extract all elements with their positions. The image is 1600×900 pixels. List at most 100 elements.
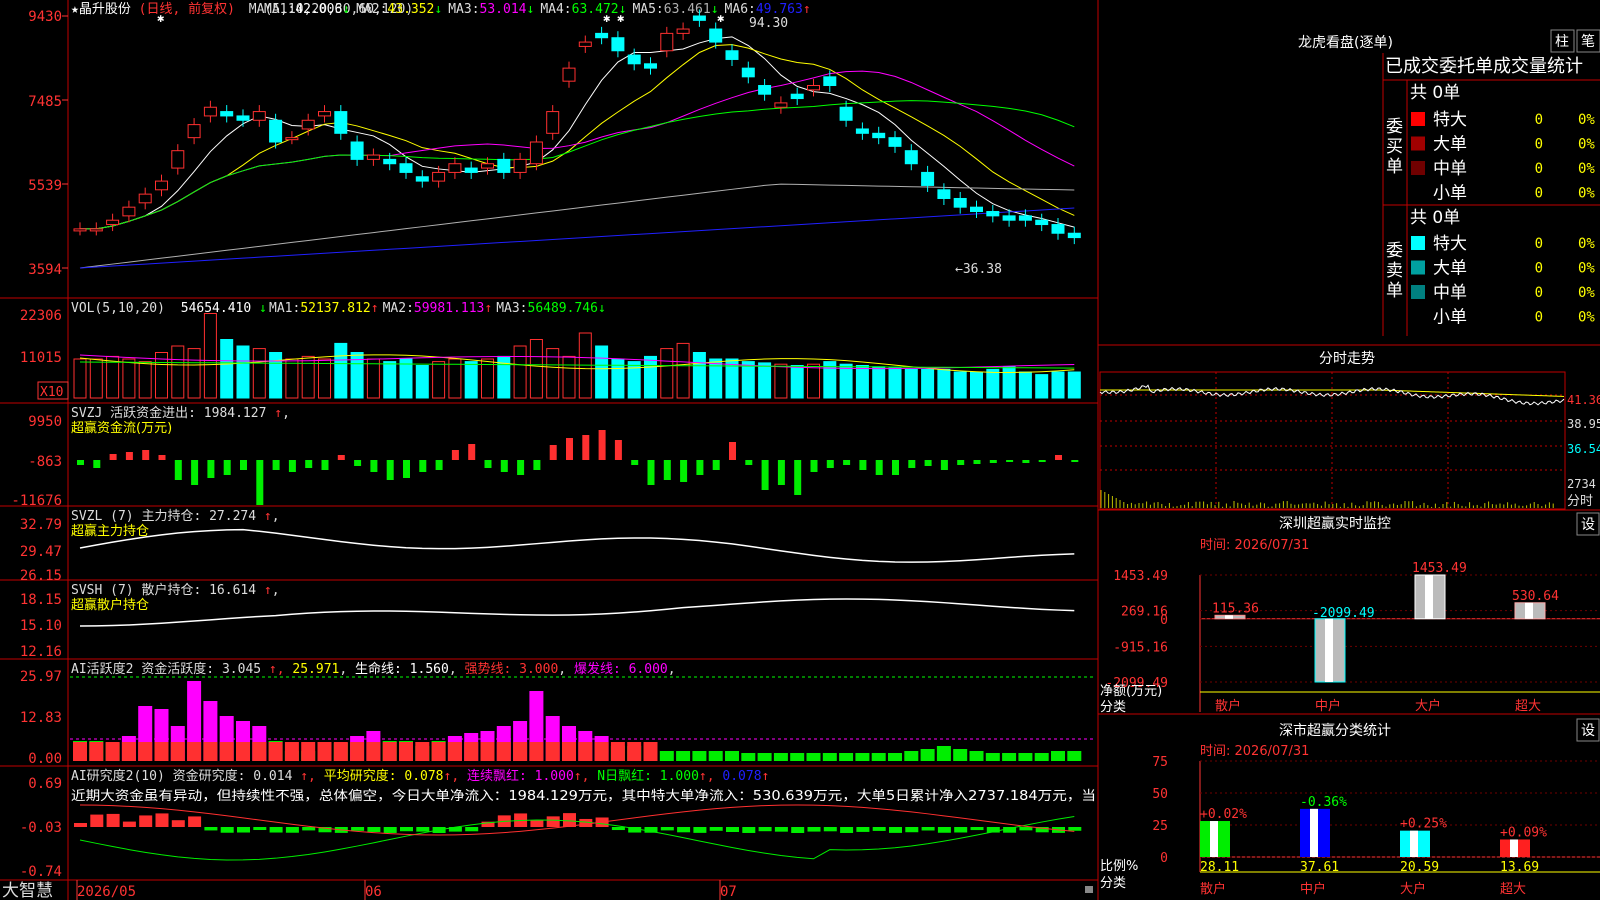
volume-bar (661, 349, 673, 398)
sz-monitor-time: 时间: 2026/07/31 (1200, 538, 1309, 553)
flow-bar (354, 460, 361, 466)
intraday-panel[interactable]: 分时走势 41.36 38.95 36.54 2734 分时 (1100, 351, 1600, 509)
volume-bar (987, 369, 999, 398)
svsh-panel[interactable]: SVSH (7) 散户持仓: 16.614 ↑, 超赢散户持仓 18.15 15… (20, 582, 1074, 660)
activity-base (611, 742, 625, 761)
candle-body (840, 107, 852, 120)
flow-bar (925, 460, 932, 466)
activity-base (595, 742, 609, 761)
svg-text:✱: ✱ (603, 11, 610, 25)
flow-bar (256, 460, 263, 505)
research-bar (465, 827, 478, 831)
price-panel[interactable]: 9430 7485 5539 3594 ★晶升股份 (日线, 前复权) MA(5… (28, 1, 1080, 278)
order-pct: 0% (1578, 186, 1595, 202)
candle-body (204, 107, 216, 116)
cls-y-label: 0 (1160, 851, 1168, 866)
dragon-panel[interactable]: 龙虎看盘(逐单) 柱 笔 已成交委托单成交量统计 委买单 委卖单 共 0单 共 … (1298, 30, 1600, 328)
flow-bar (240, 460, 247, 470)
flow-bar (631, 460, 638, 465)
intraday-vol: 2734 (1567, 477, 1596, 491)
ma-line (80, 71, 1074, 229)
research-bar (775, 827, 788, 832)
flow-bar (566, 438, 573, 460)
research-bar (954, 827, 967, 832)
order-type-label: 大单 (1433, 135, 1467, 155)
research-bar (661, 827, 674, 830)
svg-text:VOL(5,10,20) 54654.410: VOL(5,10,20) 54654.410 ↓ (71, 301, 267, 316)
cls-value-label: 37.61 (1300, 860, 1339, 875)
order-count: 0 (1535, 285, 1543, 301)
activity-bar (953, 749, 967, 761)
ma-line (80, 184, 1074, 268)
activity-base (252, 742, 266, 761)
activity-base (546, 742, 560, 761)
candle-body (449, 164, 461, 173)
panel-borders (0, 0, 1600, 900)
intraday-price: 41.36 (1567, 393, 1600, 407)
sz-class-settings-button[interactable]: 设 (1577, 719, 1599, 741)
activity-bar (709, 751, 723, 761)
svsh-y-axis: 18.15 15.10 12.16 (20, 592, 62, 660)
ai-title: AI活跃度2 资金活跃度: 3.045 (71, 661, 261, 677)
flow-bar (110, 454, 117, 460)
activity-base (448, 742, 462, 761)
svzj-panel[interactable]: SVZJ 活跃资金进出: 1984.127 ↑, 超赢资金流(万元) 9950 … (11, 405, 1078, 509)
pen-view-button[interactable]: 笔 (1577, 30, 1600, 52)
cls-bar-highlight (1310, 809, 1318, 857)
volume-bar (302, 356, 314, 398)
volume-bar (221, 340, 233, 399)
flow-bar (599, 430, 606, 460)
flow-bar (533, 460, 540, 470)
volume-bar (791, 366, 803, 399)
activity-bar (823, 753, 837, 761)
volume-bar (873, 367, 885, 398)
ai-y-label: 25.97 (20, 669, 62, 685)
buy-total: 共 0单 (1410, 83, 1460, 103)
retail-holding-line (80, 599, 1074, 626)
research-bar (710, 827, 723, 831)
svg-text:✱: ✱ (617, 11, 624, 25)
volume-bar (1003, 367, 1015, 398)
svg-text:单: 单 (1386, 281, 1403, 301)
vol-ma-label: MA3: (496, 301, 527, 316)
research-bar (889, 827, 902, 833)
sz-category-label: 散户 (1215, 698, 1241, 714)
candle-body (1003, 216, 1015, 220)
candle-body (775, 103, 787, 107)
activity-bar (839, 753, 853, 761)
volume-panel[interactable]: VOL(5,10,20) 54654.410 ↓ MA1:52137.812↑ M… (20, 301, 1080, 400)
activity-base (529, 742, 543, 761)
flow-bar (207, 460, 214, 478)
svzl-panel[interactable]: SVZL (7) 主力持仓: 27.274 ↑, 超赢主力持仓 32.79 29… (20, 509, 1074, 584)
flow-bar (273, 460, 280, 470)
bar-view-button[interactable]: 柱 (1551, 30, 1574, 52)
vol-header: VOL(5,10,20) 54654.410 ↓ MA1:52137.812↑ M… (71, 301, 606, 316)
research-bar (221, 827, 234, 833)
research-panel[interactable]: AI研究度2(10) 资金研究度: 0.014 ↑, 平均研究度: 0.078↑… (20, 768, 1096, 880)
sz-monitor-panel[interactable]: 深圳超赢实时监控 设 时间: 2026/07/31 1453.49269.160… (1100, 513, 1600, 715)
ma-value: 53.014 (480, 2, 527, 17)
flow-bar (289, 460, 296, 472)
cls-xlabel: 分类 (1100, 876, 1126, 891)
vol-y-axis: 22306 11015 (20, 308, 62, 366)
price-y-label: 7485 (28, 94, 62, 110)
research-bar (922, 827, 935, 830)
candle-body (286, 138, 298, 140)
candle-body (74, 229, 86, 231)
ai-activity-panel[interactable]: AI活跃度2 资金活跃度: 3.045 ↑, 25.971, 生命线: 1.56… (20, 661, 1096, 767)
volume-bar (889, 368, 901, 398)
flow-bar (827, 460, 834, 468)
sz-monitor-settings-button[interactable]: 设 (1577, 513, 1599, 535)
ma-arrow: ↑ (803, 2, 811, 17)
sz-class-panel[interactable]: 深市超赢分类统计 设 时间: 2026/07/31 75 50 25 0 +0.02% 2… (1100, 719, 1600, 897)
svg-text:卖: 卖 (1386, 261, 1403, 281)
date-label: 2026/05 (77, 884, 136, 900)
activity-bar (888, 753, 902, 761)
flow-bar (322, 460, 329, 470)
activity-base (383, 742, 397, 761)
flow-bar (550, 445, 557, 460)
price-y-label: 9430 (28, 9, 62, 25)
cls-category-label: 超大 (1500, 882, 1526, 897)
svzl-title: SVZL (7) 主力持仓: 27.274 (71, 509, 256, 524)
cls-change-label: -0.36% (1300, 795, 1347, 810)
